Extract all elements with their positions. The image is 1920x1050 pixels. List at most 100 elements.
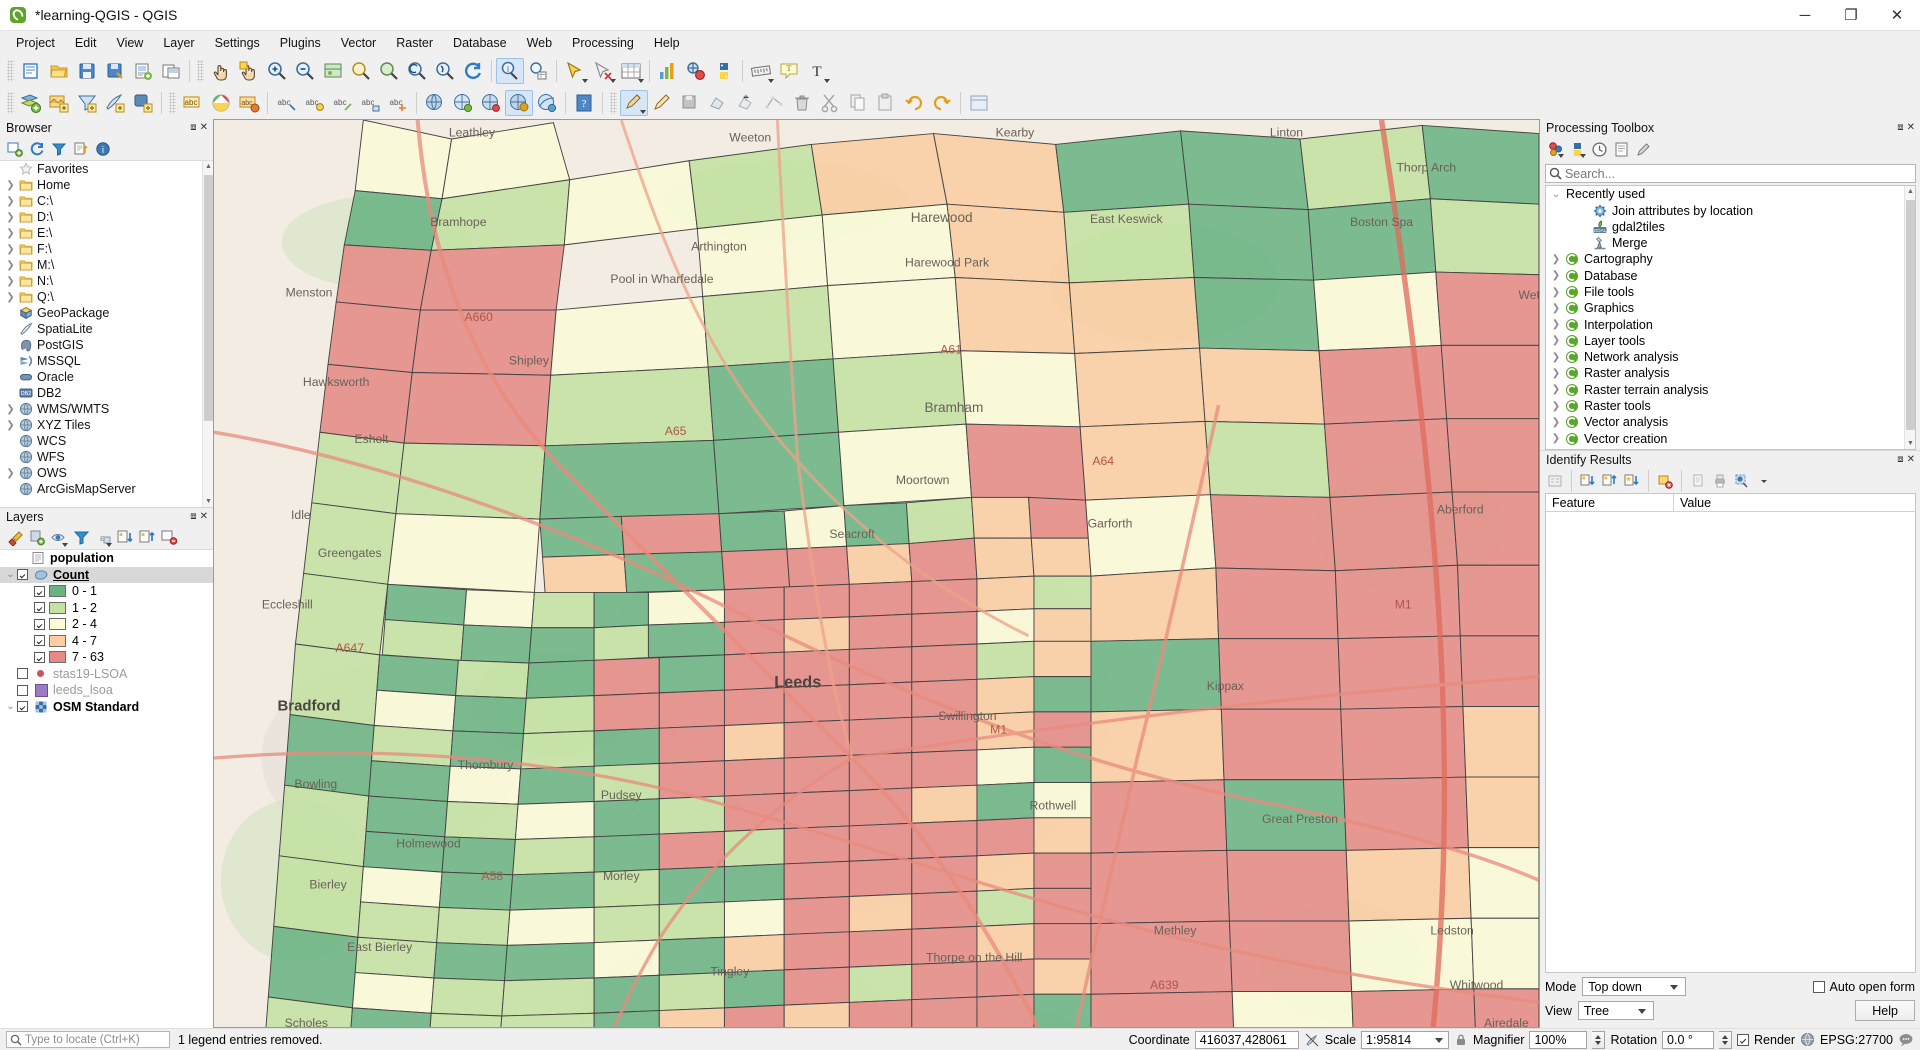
browser-item-d[interactable]: ❯ D:\ (0, 209, 213, 225)
legend-item[interactable]: 7 - 63 (0, 649, 213, 666)
layer-visibility-checkbox[interactable] (17, 569, 28, 581)
legend-item[interactable]: 2 - 4 (0, 616, 213, 633)
add-vector-layer-icon[interactable] (17, 90, 45, 116)
identify-features-icon[interactable]: i (496, 58, 524, 84)
message-log-icon[interactable] (1898, 1032, 1914, 1048)
identify-mode-select[interactable]: Top down (1582, 977, 1687, 996)
pan-map-icon[interactable] (207, 58, 235, 84)
toolbar-grip[interactable] (197, 60, 204, 82)
coordinate-value[interactable]: 416037,428061 (1194, 1030, 1299, 1049)
menu-processing[interactable]: Processing (562, 33, 644, 53)
layer-visibility-checkbox[interactable] (17, 684, 28, 696)
scale-combo[interactable]: 1:95814 (1361, 1030, 1450, 1049)
move-feature-icon[interactable] (732, 90, 760, 116)
browser-item-arcgismapserver[interactable]: ArcGisMapServer (0, 481, 213, 497)
zoom-out-icon[interactable] (291, 58, 319, 84)
close-button[interactable]: ✕ (1874, 0, 1920, 31)
menu-web[interactable]: Web (517, 33, 562, 53)
zoom-full-icon[interactable] (319, 58, 347, 84)
label-tool-3-icon[interactable]: abc (328, 90, 356, 116)
collapse-all-icon[interactable] (71, 139, 91, 159)
locator-bar[interactable]: Type to locate (Ctrl+K) (6, 1031, 170, 1048)
browser-item-spatialite[interactable]: SpatiaLite (0, 321, 213, 337)
save-project-as-icon[interactable] (101, 58, 129, 84)
processing-item-cartography[interactable]: ❯ Cartography (1546, 251, 1915, 267)
chevron-right-icon[interactable]: ❯ (1549, 287, 1563, 298)
auto-open-form-checkbox[interactable] (1812, 980, 1825, 993)
processing-item-vector-general[interactable]: ❯ Vector general (1546, 447, 1915, 450)
processing-item-graphics[interactable]: ❯ Graphics (1546, 300, 1915, 316)
scroll-up-icon[interactable]: ▲ (1905, 186, 1915, 197)
legend-item[interactable]: 0 - 1 (0, 583, 213, 600)
browser-item-f[interactable]: ❯ F:\ (0, 241, 213, 257)
filter-icon[interactable] (49, 139, 69, 159)
chevron-right-icon[interactable]: ❯ (4, 180, 17, 191)
zoom-in-icon[interactable] (263, 58, 291, 84)
browser-item-geopackage[interactable]: GeoPackage (0, 305, 213, 321)
magnifier-value[interactable]: 100% (1529, 1030, 1588, 1049)
menu-project[interactable]: Project (6, 33, 65, 53)
statistical-summary-icon[interactable] (654, 58, 682, 84)
expand-all-icon[interactable] (1578, 471, 1598, 491)
arcgis-layer-icon[interactable] (533, 90, 561, 116)
chevron-right-icon[interactable]: ❯ (1549, 417, 1563, 428)
print-icon[interactable] (1710, 471, 1730, 491)
browser-undock-icon[interactable]: ⧈ (190, 123, 196, 133)
style-layer-icon[interactable] (207, 90, 235, 116)
redo-icon[interactable] (928, 90, 956, 116)
chevron-down-icon[interactable]: ⌄ (4, 701, 17, 712)
browser-scrollbar[interactable]: ▲ ▼ (202, 161, 213, 507)
collapse-all-icon[interactable] (137, 528, 157, 548)
wfs-layer-icon[interactable] (449, 90, 477, 116)
browser-item-wcs[interactable]: WCS (0, 433, 213, 449)
help-contents-icon[interactable]: ? (570, 90, 598, 116)
copy-icon[interactable] (1688, 471, 1708, 491)
xyz-tiles-layer-icon[interactable] (505, 90, 533, 116)
open-project-icon[interactable] (45, 58, 73, 84)
processing-close-icon[interactable]: ✕ (1907, 123, 1915, 133)
browser-item-e[interactable]: ❯ E:\ (0, 225, 213, 241)
browser-item-q[interactable]: ❯ Q:\ (0, 289, 213, 305)
menu-raster[interactable]: Raster (386, 33, 443, 53)
render-checkbox[interactable] (1737, 1033, 1750, 1046)
browser-item-oracle[interactable]: Oracle (0, 369, 213, 385)
add-spatialite-layer-icon[interactable] (101, 90, 129, 116)
layer-item-count[interactable]: ⌄ Count (0, 566, 213, 583)
python-script-icon[interactable] (1567, 139, 1587, 159)
scroll-up-icon[interactable]: ▲ (203, 161, 213, 172)
menu-plugins[interactable]: Plugins (270, 33, 331, 53)
layout-manager-icon[interactable] (157, 58, 185, 84)
label-layer-icon[interactable]: abc (179, 90, 207, 116)
zoom-to-selection-icon[interactable] (347, 58, 375, 84)
chevron-right-icon[interactable]: ❯ (1549, 303, 1563, 314)
browser-item-n[interactable]: ❯ N:\ (0, 273, 213, 289)
browser-item-xyz-tiles[interactable]: ❯ XYZ Tiles (0, 417, 213, 433)
browser-item-postgis[interactable]: PostGIS (0, 337, 213, 353)
layers-tree[interactable]: population ⌄ Count 0 - 11 - 2 2 - 44 - 7 7 - … (0, 550, 213, 1028)
browser-item-db2[interactable]: DB2 DB2 (0, 385, 213, 401)
processing-item-vector-creation[interactable]: ❯ Vector creation (1546, 431, 1915, 447)
processing-item-raster-tools[interactable]: ❯ Raster tools (1546, 398, 1915, 414)
copy-features-icon[interactable] (844, 90, 872, 116)
globe-icon[interactable] (1800, 1032, 1815, 1047)
zoom-to-layer-icon[interactable] (375, 58, 403, 84)
scroll-down-icon[interactable]: ▼ (1905, 438, 1915, 449)
paste-features-icon[interactable] (872, 90, 900, 116)
menu-layer[interactable]: Layer (153, 33, 204, 53)
refresh-map-icon[interactable] (459, 58, 487, 84)
save-project-icon[interactable] (73, 58, 101, 84)
browser-item-wms-wmts[interactable]: ❯ WMS/WMTS (0, 401, 213, 417)
lock-icon[interactable] (1454, 1033, 1468, 1047)
processing-item-vector-analysis[interactable]: ❯ Vector analysis (1546, 414, 1915, 430)
chevron-right-icon[interactable]: ❯ (4, 196, 17, 207)
layer-item-population[interactable]: population (0, 550, 213, 567)
chevron-right-icon[interactable]: ❯ (4, 468, 17, 479)
layer-item-stas19-lsoa[interactable]: stas19-LSOA (0, 666, 213, 683)
measure-line-icon[interactable] (747, 58, 775, 84)
identify-results-table[interactable]: Feature Value (1545, 493, 1916, 973)
chevron-right-icon[interactable]: ❯ (1549, 384, 1563, 395)
label-tool-5-icon[interactable]: abc (384, 90, 412, 116)
toolbar-grip[interactable] (7, 92, 14, 114)
expand-tree-icon[interactable] (1545, 471, 1565, 491)
map-canvas[interactable]: Leathley Weeton Kearby Linton Thorp Arch… (213, 119, 1540, 1028)
